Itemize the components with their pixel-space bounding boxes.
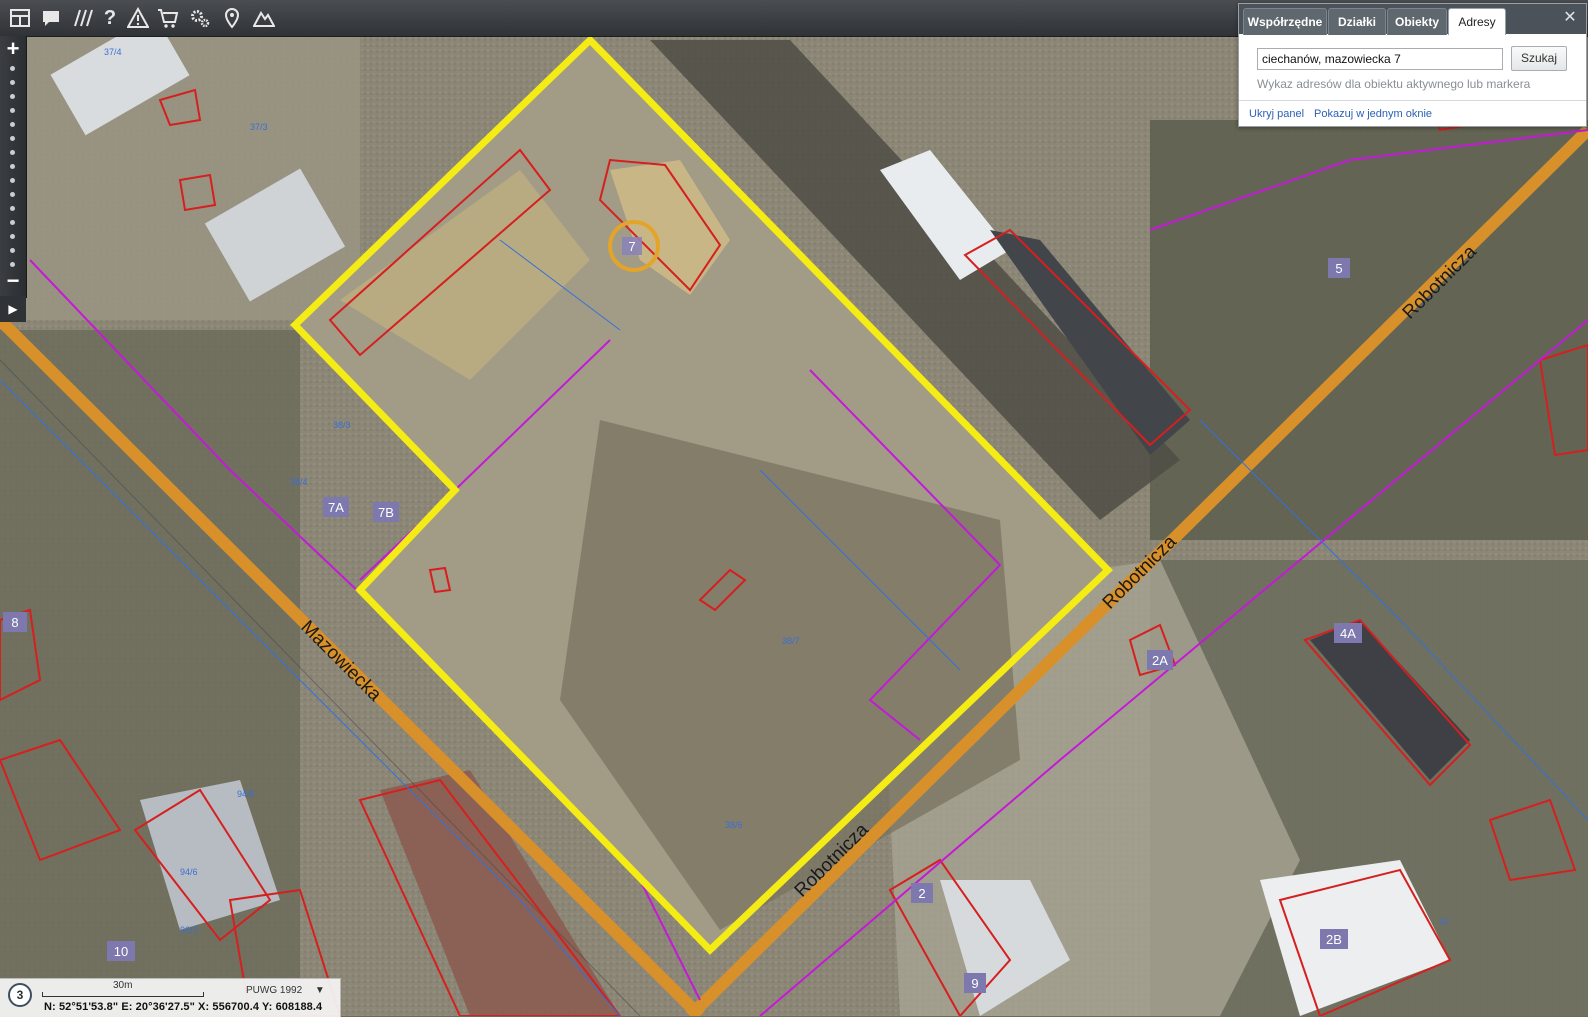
zoom-out-button[interactable]: − — [0, 270, 26, 292]
parcel-label: 94/6 — [180, 867, 198, 877]
zoom-level-dot[interactable] — [10, 192, 15, 197]
house-number-10: 10 — [114, 944, 128, 959]
search-button[interactable]: Szukaj — [1511, 46, 1567, 71]
parcel-label: 38/7 — [782, 636, 800, 646]
hide-panel-link[interactable]: Ukryj panel — [1249, 108, 1304, 120]
zoom-level-dot[interactable] — [10, 206, 15, 211]
help-icon[interactable]: ? — [96, 4, 124, 32]
cart-icon[interactable] — [154, 4, 182, 32]
zoom-level-dot[interactable] — [10, 108, 15, 113]
parcel-label: 38/4 — [290, 477, 308, 487]
single-window-link[interactable]: Pokazuj w jednym oknie — [1314, 108, 1432, 120]
zoom-level-dot[interactable] — [10, 136, 15, 141]
zoom-level-dot[interactable] — [10, 164, 15, 169]
locate-icon[interactable] — [218, 4, 246, 32]
panel-tabs: Współrzędne Działki Obiekty Adresy ✕ — [1239, 4, 1586, 35]
house-number-7b: 7B — [378, 505, 394, 520]
chevron-down-icon: ▼ — [314, 985, 325, 996]
terrain-icon[interactable] — [250, 4, 278, 32]
tab-obiekty[interactable]: Obiekty — [1387, 8, 1447, 35]
parcel-label: 37/4 — [104, 47, 122, 57]
zoom-bar: + − — [0, 36, 27, 298]
panel-hint-text: Wykaz adresów dla obiektu aktywnego lub … — [1257, 77, 1531, 91]
settings-icon[interactable] — [186, 4, 214, 32]
zoom-level-dot[interactable] — [10, 80, 15, 85]
parcel-label: 37/3 — [250, 122, 268, 132]
house-number-7a: 7A — [328, 500, 344, 515]
zoom-level-dot[interactable] — [10, 122, 15, 127]
house-number-7: 7 — [628, 239, 635, 254]
close-icon[interactable]: ✕ — [1562, 10, 1578, 26]
panel-footer: Ukryj panel Pokazuj w jednym oknie — [1239, 100, 1586, 127]
zoom-level-dot[interactable] — [10, 220, 15, 225]
crs-label: PUWG 1992 — [246, 985, 303, 996]
parcel-label: 97 — [1440, 917, 1450, 927]
house-number-5: 5 — [1335, 261, 1342, 276]
tab-adresy[interactable]: Adresy — [1448, 8, 1506, 35]
zoom-level-dot[interactable] — [10, 248, 15, 253]
tab-wspolrzedne[interactable]: Współrzędne — [1243, 8, 1327, 35]
zoom-level-dot[interactable] — [10, 150, 15, 155]
comment-icon[interactable] — [37, 4, 65, 32]
coordinates-readout: N: 52°51'53.8" E: 20°36'27.5" X: 556700.… — [44, 1001, 323, 1013]
house-number-2b: 2B — [1326, 932, 1342, 947]
zoom-level-dot[interactable] — [10, 94, 15, 99]
scale-label: 30m — [113, 980, 133, 991]
layers-icon[interactable] — [6, 4, 34, 32]
status-counter-badge[interactable]: 3 — [8, 983, 32, 1007]
measure-icon[interactable] — [68, 4, 96, 32]
parcel-label: 38/3 — [333, 420, 351, 430]
address-search-input[interactable] — [1257, 48, 1503, 70]
search-panel: Współrzędne Działki Obiekty Adresy ✕ Szu… — [1238, 3, 1587, 127]
parcel-label: 96/3 — [180, 925, 198, 935]
zoom-level-dot[interactable] — [10, 178, 15, 183]
map-canvas[interactable]: Robotnicza Robotnicza Robotnicza Mazowie… — [0, 0, 1588, 1016]
zoom-in-button[interactable]: + — [0, 38, 26, 60]
zoom-level-dot[interactable] — [10, 234, 15, 239]
zoom-level-dot[interactable] — [10, 66, 15, 71]
tab-dzialki[interactable]: Działki — [1328, 8, 1386, 35]
zoom-level-dot[interactable] — [10, 262, 15, 267]
parcel-label: 94/5 — [237, 789, 255, 799]
house-number-2a: 2A — [1152, 653, 1168, 668]
status-bar: 3 30m PUWG 1992 ▼ N: 52°51'53.8" E: 20°3… — [0, 978, 341, 1017]
scale-bar — [42, 992, 204, 997]
house-number-9: 9 — [971, 976, 978, 991]
crs-selector[interactable]: PUWG 1992 ▼ — [246, 985, 325, 996]
parcel-label: 38/6 — [725, 820, 743, 830]
house-number-4a: 4A — [1340, 626, 1356, 641]
warning-icon[interactable] — [124, 4, 152, 32]
expand-sidebar-button[interactable]: ▶ — [0, 296, 26, 322]
house-number-2: 2 — [918, 886, 925, 901]
house-number-8: 8 — [11, 615, 18, 630]
